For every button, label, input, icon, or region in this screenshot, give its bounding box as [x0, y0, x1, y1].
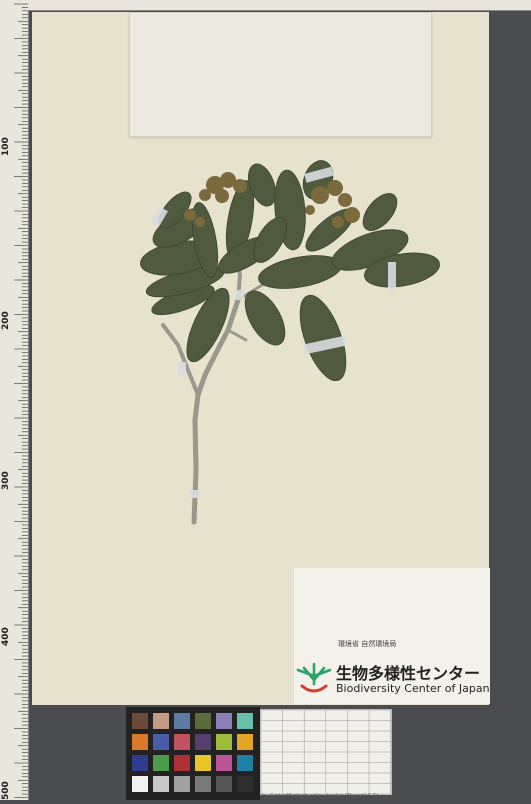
organization-name-jp: 生物多様性センター — [336, 664, 481, 683]
color-swatch — [216, 734, 232, 750]
color-swatch — [195, 734, 211, 750]
color-values-table — [260, 709, 392, 795]
color-swatch — [237, 713, 253, 729]
color-values-grid — [260, 709, 391, 795]
color-swatch — [174, 734, 190, 750]
leaves — [140, 160, 440, 382]
color-swatch — [132, 755, 148, 771]
color-swatch — [174, 776, 190, 792]
color-swatch — [132, 734, 148, 750]
color-swatch — [216, 713, 232, 729]
organization-name-en: Biodiversity Center of Japan — [336, 682, 490, 695]
color-swatch — [132, 713, 148, 729]
color-swatch — [195, 713, 211, 729]
color-swatch — [153, 776, 169, 792]
color-swatch — [237, 734, 253, 750]
color-swatch — [237, 755, 253, 771]
color-swatches — [132, 713, 253, 792]
color-swatch — [174, 755, 190, 771]
color-checker-caption: by GretagMacbeth color checker (Munsell … — [262, 793, 379, 799]
color-swatch — [216, 776, 232, 792]
color-swatch — [153, 755, 169, 771]
color-swatch — [153, 734, 169, 750]
herbarium-scan: 100 200 300 400 500 環境省 自然環境局 生物多様性センター … — [0, 0, 531, 800]
color-swatch — [195, 776, 211, 792]
biodiversity-logo-icon — [296, 662, 332, 693]
color-swatch — [174, 713, 190, 729]
color-swatch — [132, 776, 148, 792]
color-checker-chart — [126, 707, 260, 800]
color-swatch — [195, 755, 211, 771]
color-swatch — [237, 776, 253, 792]
color-swatch — [216, 755, 232, 771]
ministry-label: 環境省 自然環境局 — [338, 640, 397, 648]
color-swatch — [153, 713, 169, 729]
